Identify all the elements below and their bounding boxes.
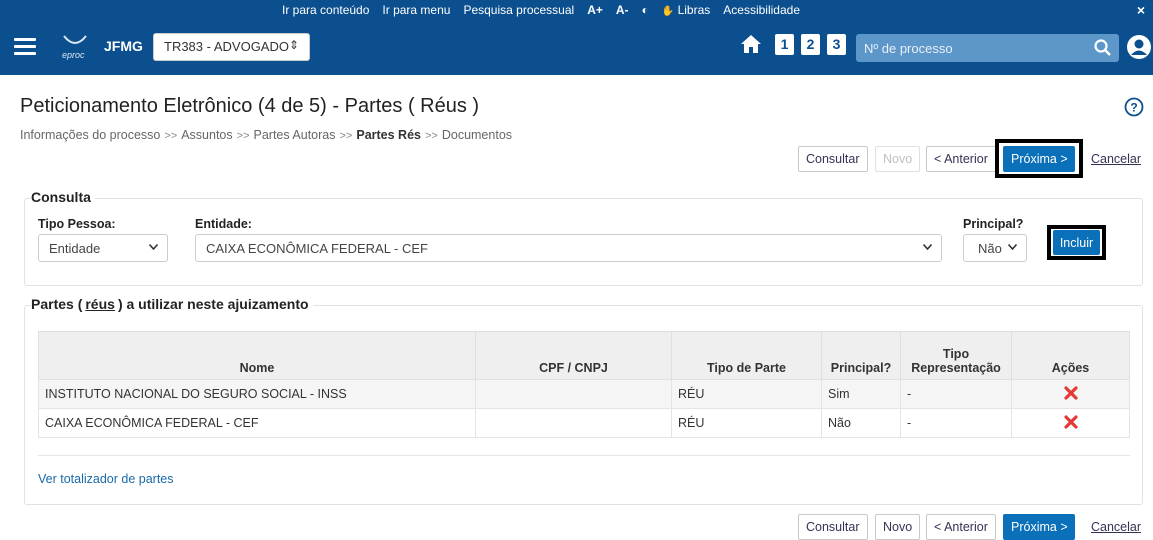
shortcut-1-button[interactable]: 1 [775,34,794,55]
process-search-box [856,34,1119,62]
cancelar-button-bottom[interactable]: Cancelar [1084,514,1148,540]
cell-nome: CAIXA ECONÔMICA FEDERAL - CEF [38,408,476,438]
delete-icon[interactable] [1063,414,1078,429]
cell-acoes [1011,408,1130,438]
updown-caret-icon: ⇕ [288,38,299,52]
entidade-label: Entidade: [195,217,252,231]
col-acoes: Ações [1011,331,1130,380]
table-header-row: Nome CPF / CNPJ Tipo de Parte Principal?… [38,331,1130,380]
cell-acoes [1011,379,1130,409]
principal-value: Não [978,241,1002,256]
breadcrumb-sep: >> [164,130,178,142]
process-number-input[interactable] [864,39,1084,57]
font-increase-button[interactable]: A+ [587,3,603,17]
col-tipo-representacao[interactable]: Tipo Representação [900,331,1012,380]
partes-legend-prefix: Partes ( [31,296,83,312]
page-title: Peticionamento Eletrônico (4 de 5) - Par… [20,95,480,117]
accessibility-links: Ir para conteúdo Ir para menu Pesquisa p… [282,3,800,17]
close-icon[interactable]: × [1137,2,1145,18]
accessibility-bar: Ir para conteúdo Ir para menu Pesquisa p… [0,0,1153,20]
cell-principal: Sim [821,379,901,409]
consultar-button-top[interactable]: Consultar [798,146,868,172]
chevron-down-icon [149,244,158,250]
home-icon[interactable] [739,32,763,56]
cell-representacao: - [900,408,1012,438]
col-cpf[interactable]: CPF / CNPJ [475,331,672,380]
cell-cpf [475,379,672,409]
entidade-select[interactable]: CAIXA ECONÔMICA FEDERAL - CEF [195,234,942,262]
shortcut-3-button[interactable]: 3 [827,34,846,55]
skip-to-content-link[interactable]: Ir para conteúdo [282,3,369,17]
partes-legend: Partes (réus) a utilizar neste ajuizamen… [31,296,313,312]
user-icon[interactable] [1126,33,1152,61]
svg-text:?: ? [1130,101,1137,115]
col-nome[interactable]: Nome [38,331,476,380]
libras-icon: ✋ [661,6,675,17]
consultar-button-bottom[interactable]: Consultar [798,514,868,540]
cancelar-button-top[interactable]: Cancelar [1084,146,1148,172]
search-icon[interactable] [1093,38,1113,58]
shortcut-2-button[interactable]: 2 [801,34,820,55]
breadcrumb-res: Partes Rés [356,128,421,142]
contrast-icon[interactable]: ◐ [642,3,649,17]
tipo-pessoa-label: Tipo Pessoa: [38,217,116,231]
table-row: INSTITUTO NACIONAL DO SEGURO SOCIAL - IN… [38,379,1130,409]
libras-link[interactable]: ✋ Libras [662,3,710,17]
breadcrumb-sep: >> [236,130,250,142]
tipo-pessoa-value: Entidade [49,241,101,256]
cell-cpf [475,408,672,438]
cell-tipo: RÉU [671,408,822,438]
proxima-button-bottom[interactable]: Próxima > [1003,514,1075,540]
help-icon[interactable]: ? [1124,97,1144,117]
cell-tipo: RÉU [671,379,822,409]
anterior-button-bottom[interactable]: < Anterior [926,514,996,540]
breadcrumb-documentos: Documentos [441,128,513,142]
tipo-pessoa-select[interactable]: Entidade [38,234,168,262]
anterior-button-top[interactable]: < Anterior [926,146,996,172]
table-row: CAIXA ECONÔMICA FEDERAL - CEF RÉU Não - [38,408,1130,438]
principal-label: Principal? [963,217,1024,231]
novo-button-top[interactable]: Novo [875,146,921,172]
consulta-legend: Consulta [31,189,95,205]
chevron-down-icon [923,244,932,250]
logo-text: eproc [62,50,85,60]
breadcrumb-autoras: Partes Autoras [253,128,336,142]
partes-legend-reus: réus [85,296,115,312]
col-principal[interactable]: Principal? [821,331,901,380]
delete-icon[interactable] [1063,385,1078,400]
libras-label: Libras [677,3,711,17]
entidade-value: CAIXA ECONÔMICA FEDERAL - CEF [206,241,429,256]
cell-principal: Não [821,408,901,438]
principal-select[interactable]: Não [963,234,1027,262]
partes-legend-suffix: ) a utilizar neste ajuizamento [117,296,309,312]
breadcrumb-info: Informações do processo [20,128,161,142]
cell-nome: INSTITUTO NACIONAL DO SEGURO SOCIAL - IN… [38,379,476,409]
breadcrumb-assuntos: Assuntos [181,128,233,142]
menu-icon[interactable] [14,38,36,55]
col-tipo-parte[interactable]: Tipo de Parte [671,331,822,380]
org-label: JFMG [104,38,143,54]
accessibility-link[interactable]: Acessibilidade [723,3,800,17]
font-decrease-button[interactable]: A- [616,3,629,17]
main-navbar: eproc JFMG TR383 - ADVOGADO ⇕ 1 2 3 [0,20,1153,75]
totalizador-link[interactable]: Ver totalizador de partes [38,472,174,486]
divider [38,455,1130,456]
cell-representacao: - [900,379,1012,409]
eproc-logo[interactable]: eproc [60,30,90,62]
incluir-button[interactable]: Incluir [1053,230,1100,255]
partes-table: Nome CPF / CNPJ Tipo de Parte Principal?… [38,331,1130,438]
breadcrumb-sep: >> [339,130,353,142]
novo-button-bottom[interactable]: Novo [875,514,921,540]
proxima-button-top[interactable]: Próxima > [1003,146,1075,172]
profile-select[interactable]: TR383 - ADVOGADO ⇕ [153,33,310,61]
profile-value: TR383 - ADVOGADO [164,39,289,54]
process-search-link[interactable]: Pesquisa processual [463,3,574,17]
breadcrumb: Informações do processo >> Assuntos >> Parte… [20,128,512,142]
chevron-down-icon [1008,244,1017,250]
breadcrumb-sep: >> [424,130,438,142]
skip-to-menu-link[interactable]: Ir para menu [382,3,450,17]
